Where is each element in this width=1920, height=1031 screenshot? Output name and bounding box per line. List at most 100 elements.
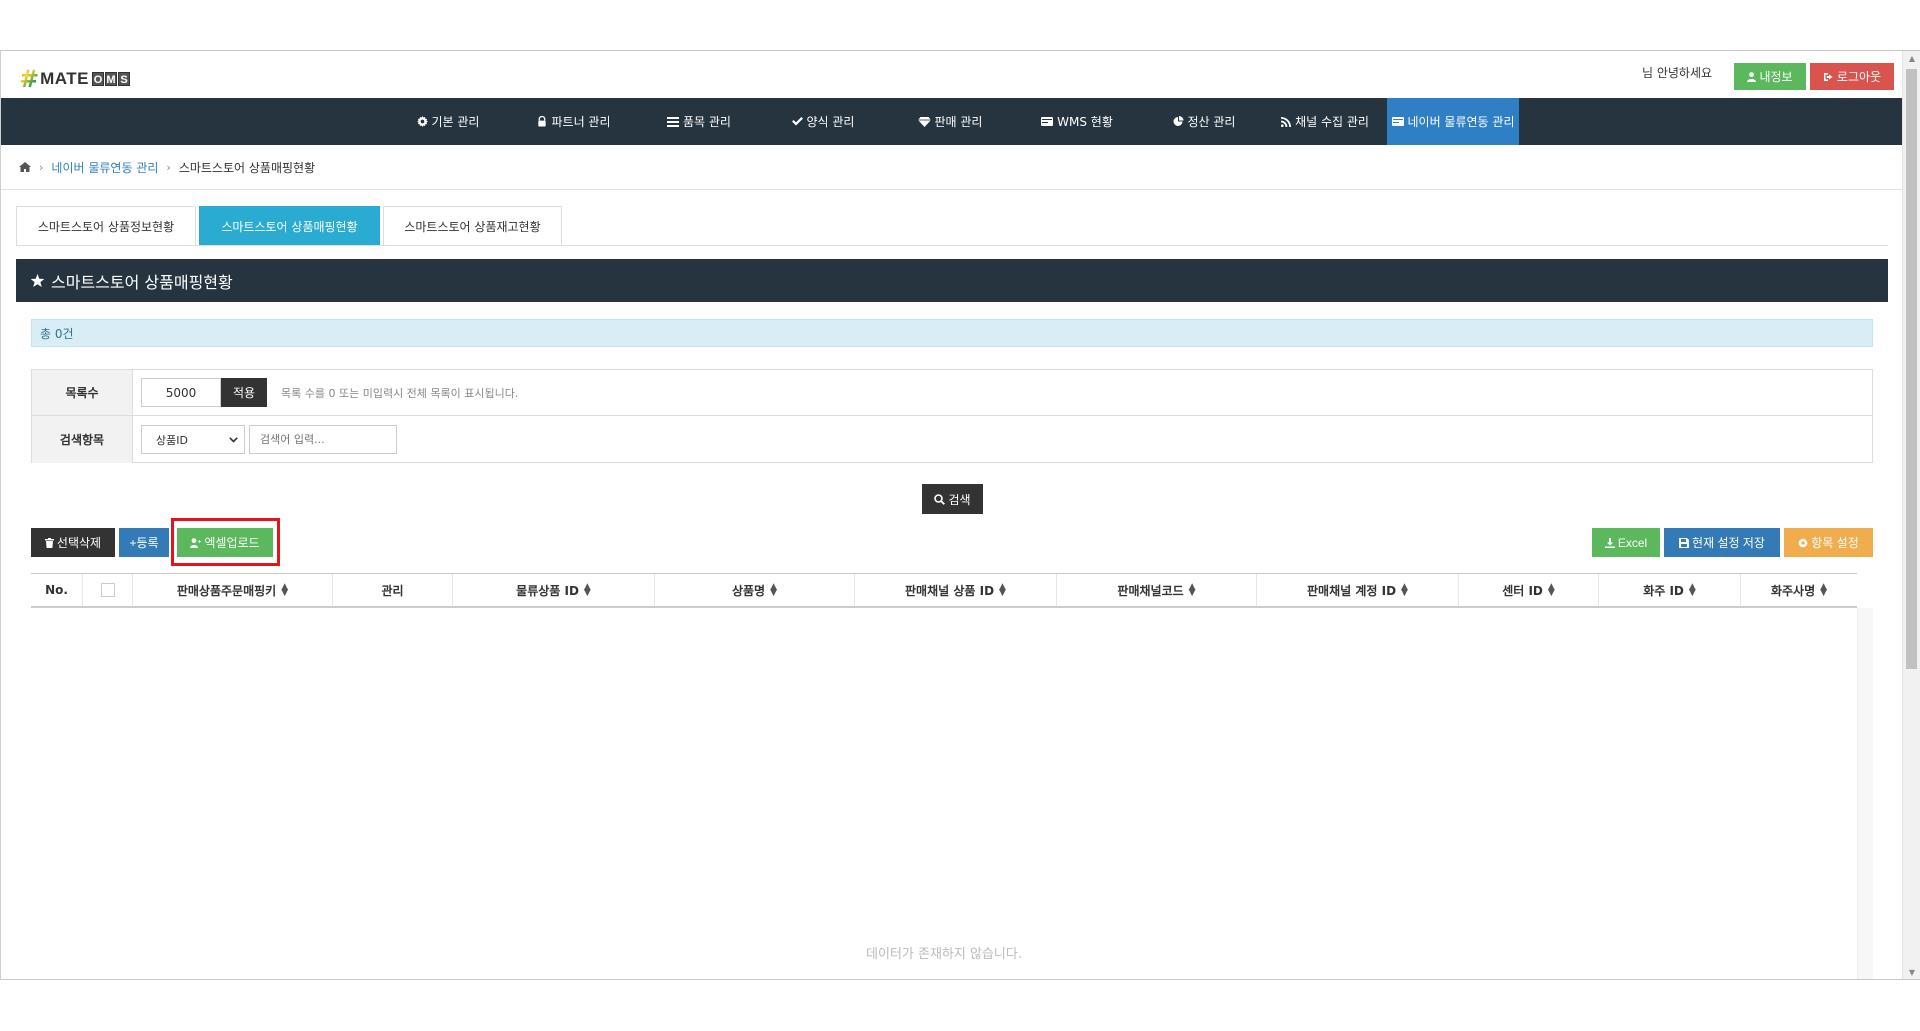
nav-label: 정산 관리: [1187, 115, 1236, 129]
scroll-up-icon[interactable]: ▲: [1903, 51, 1920, 67]
nav-item-partner[interactable]: 파트너 관리: [529, 98, 619, 145]
list-icon: [667, 116, 679, 127]
nav-item-item[interactable]: 품목 관리: [654, 98, 744, 145]
tab-product-info[interactable]: 스마트스토어 상품정보현황: [16, 206, 196, 246]
sort-icon: ▲ ▼: [1820, 582, 1828, 598]
breadcrumb: › 네이버 물류연동 관리 › 스마트스토어 상품매핑현황: [1, 145, 1903, 190]
list-count-input[interactable]: [141, 378, 221, 407]
logo[interactable]: # MATE O M S: [19, 65, 131, 93]
sort-icon: ▲ ▼: [583, 582, 591, 598]
register-label: +등록: [129, 536, 159, 550]
nav-label: 품목 관리: [683, 115, 731, 129]
sort-icon: ▲ ▼: [999, 582, 1006, 598]
list-count-hint: 목록 수를 0 또는 미입력시 전체 목록이 표시됩니다.: [281, 386, 519, 400]
tabs-divider: [16, 245, 1888, 246]
column-header-mapping-key[interactable]: 판매상품주문매핑키 ▲ ▼: [133, 574, 333, 606]
search-row-field: 검색항목 상품ID: [32, 416, 1872, 463]
excel-label: Excel: [1617, 535, 1648, 550]
column-header-channel-code[interactable]: 판매채널코드 ▲ ▼: [1057, 574, 1257, 606]
column-settings-button[interactable]: 항목 설정: [1784, 528, 1873, 557]
search-button[interactable]: 검색: [922, 484, 983, 514]
user-icon: [1747, 71, 1757, 82]
column-header-center-id[interactable]: 센터 ID ▲ ▼: [1459, 574, 1599, 606]
sort-icon: ▲ ▼: [281, 582, 289, 598]
total-count: 총 0건: [40, 326, 74, 341]
breadcrumb-parent-link[interactable]: 네이버 물류연동 관리: [51, 159, 158, 176]
search-form: 목록수 적용 목록 수를 0 또는 미입력시 전체 목록이 표시됩니다. 검색항…: [31, 369, 1873, 463]
search-field-cell: 상품ID: [133, 416, 1872, 463]
tab-label: 스마트스토어 상품매핑현황: [221, 220, 358, 234]
nav-item-basic[interactable]: 기본 관리: [403, 98, 493, 145]
delete-label: 선택삭제: [56, 536, 102, 550]
excel-download-button[interactable]: Excel: [1592, 528, 1660, 557]
tab-product-stock[interactable]: 스마트스토어 상품재고현황: [383, 206, 562, 246]
column-header-no[interactable]: No.: [31, 574, 83, 606]
column-label: 판매채널 계정 ID: [1307, 583, 1397, 598]
home-icon[interactable]: [19, 162, 31, 172]
sign-out-icon: [1823, 72, 1833, 81]
select-all-checkbox[interactable]: [100, 583, 115, 597]
nav-item-channel[interactable]: 채널 수집 관리: [1273, 98, 1377, 145]
delete-selected-button[interactable]: 선택삭제: [31, 528, 115, 557]
nav-item-naver-logistics[interactable]: 네이버 물류연동 관리: [1387, 98, 1519, 145]
apply-button[interactable]: 적용: [221, 378, 267, 407]
select-value: 상품ID: [156, 433, 188, 447]
grid-header: No. 판매상품주문매핑키 ▲ ▼ 관리 물류상품 ID ▲ ▼ 상품명 ▲ ▼ 판매채널 …: [31, 573, 1857, 608]
logo-hash-icon: #: [19, 65, 40, 93]
logout-button[interactable]: 로그아웃: [1810, 63, 1894, 90]
panel-title: 스마트스토어 상품매핑현황: [51, 272, 233, 292]
scroll-down-icon[interactable]: ▼: [1903, 965, 1920, 979]
column-header-channel-product-id[interactable]: 판매채널 상품 ID ▲ ▼: [855, 574, 1057, 606]
logo-letter: M: [105, 72, 118, 86]
card-icon: [1041, 117, 1054, 126]
card-icon: [1391, 117, 1404, 126]
column-header-owner-name[interactable]: 화주사명 ▲ ▼: [1741, 574, 1857, 606]
nav-item-sales[interactable]: 판매 관리: [904, 98, 996, 145]
search-label: 검색: [948, 492, 971, 507]
myinfo-label: 내정보: [1759, 70, 1793, 84]
nav-item-wms[interactable]: WMS 현황: [1031, 98, 1123, 145]
tab-bar: 스마트스토어 상품정보현황 스마트스토어 상품매핑현황 스마트스토어 상품재고현…: [16, 206, 565, 246]
column-header-product-name[interactable]: 상품명 ▲ ▼: [655, 574, 855, 606]
rss-icon: [1281, 116, 1292, 127]
column-label: 판매채널 상품 ID: [905, 583, 995, 598]
column-header-owner-id[interactable]: 화주 ID ▲ ▼: [1599, 574, 1741, 606]
chevron-down-icon: [229, 436, 238, 443]
app-root: # MATE O M S 님 안녕하세요 내정보 로그아웃 기본 관리 파트너 …: [1, 51, 1903, 979]
page-scrollbar[interactable]: ▲ ▼: [1902, 51, 1920, 979]
column-settings-label: 항목 설정: [1811, 536, 1859, 550]
search-field-select[interactable]: 상품ID: [141, 425, 245, 454]
column-header-select-all[interactable]: [83, 574, 133, 606]
logo-mate-text: MATE: [40, 69, 90, 88]
tab-product-mapping[interactable]: 스마트스토어 상품매핑현황: [199, 206, 380, 246]
nav-label: 파트너 관리: [551, 115, 611, 129]
search-icon: [934, 493, 946, 505]
logout-label: 로그아웃: [1836, 70, 1882, 84]
logo-oms-text: O M S: [91, 72, 131, 86]
top-bar: # MATE O M S 님 안녕하세요 내정보 로그아웃: [1, 51, 1903, 98]
myinfo-button[interactable]: 내정보: [1734, 63, 1806, 90]
tab-label: 스마트스토어 상품재고현황: [404, 220, 541, 234]
download-icon: [1604, 537, 1615, 548]
sort-icon: ▲ ▼: [1401, 582, 1408, 598]
keyword-input[interactable]: [249, 425, 397, 454]
gear-icon: [416, 116, 428, 127]
nav-item-settlement[interactable]: 정산 관리: [1158, 98, 1250, 145]
nav-label: 기본 관리: [431, 115, 480, 129]
save-settings-button[interactable]: 현재 설정 저장: [1664, 528, 1780, 557]
save-icon: [1679, 537, 1690, 548]
breadcrumb-current: 스마트스토어 상품매핑현황: [178, 160, 316, 175]
scrollbar-thumb[interactable]: [1906, 69, 1917, 669]
nav-item-form[interactable]: 양식 관리: [778, 98, 868, 145]
star-icon: [30, 273, 45, 287]
register-button[interactable]: +등록: [119, 528, 169, 557]
grid-scrollbar[interactable]: [1857, 608, 1873, 979]
column-label: 상품명: [731, 583, 766, 598]
panel-header: 스마트스토어 상품매핑현황: [16, 259, 1888, 302]
list-count-cell: 적용 목록 수를 0 또는 미입력시 전체 목록이 표시됩니다.: [133, 370, 1872, 415]
diamond-icon: [917, 116, 931, 127]
column-header-channel-account-id[interactable]: 판매채널 계정 ID ▲ ▼: [1257, 574, 1459, 606]
column-header-logistics-id[interactable]: 물류상품 ID ▲ ▼: [453, 574, 655, 606]
trash-icon: [44, 537, 54, 548]
column-label: 화주사명: [1770, 583, 1816, 598]
